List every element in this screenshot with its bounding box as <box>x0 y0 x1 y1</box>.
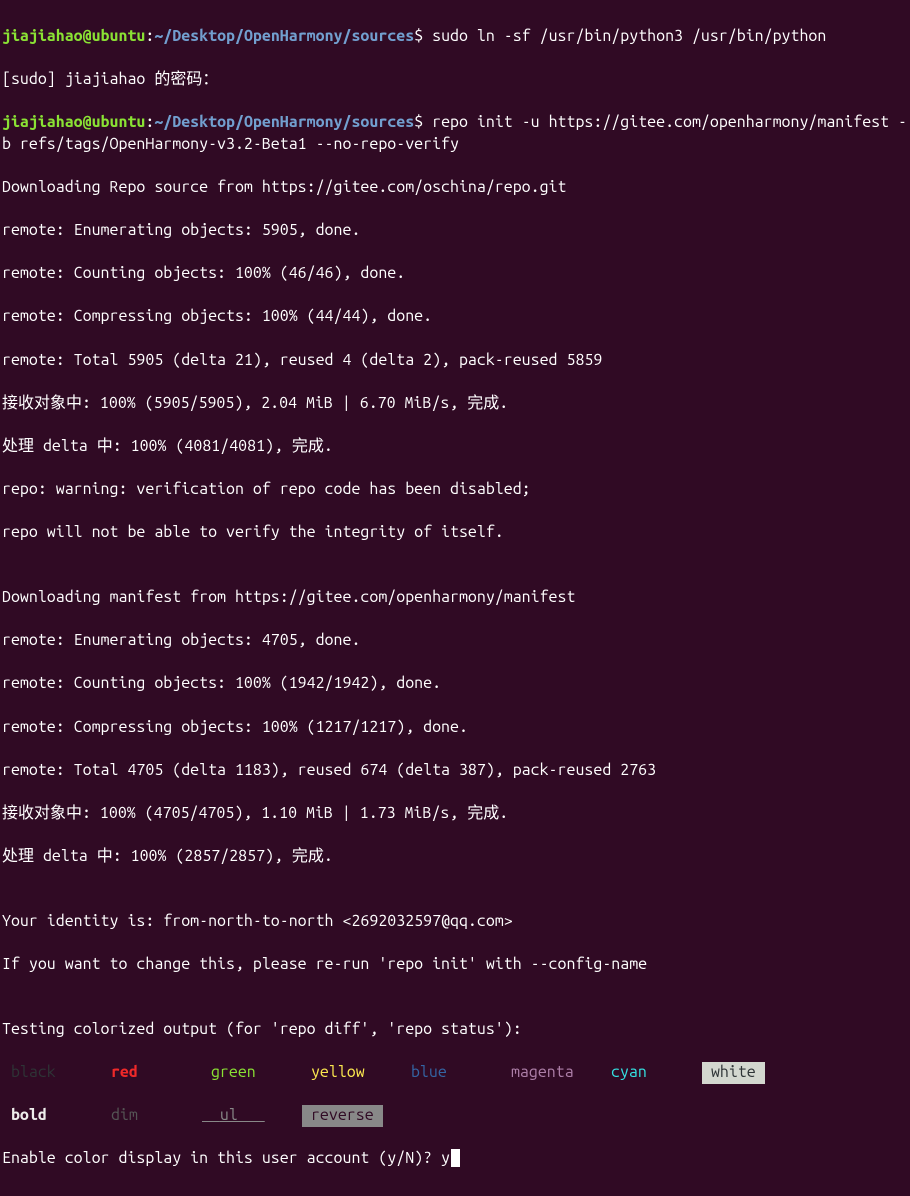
output-line: repo: warning: verification of repo code… <box>2 479 908 501</box>
colon: : <box>145 113 154 131</box>
output-line: repo will not be able to verify the inte… <box>2 522 908 544</box>
color-green: green <box>202 1062 302 1084</box>
style-test-row: bold dim ul reverse <box>2 1105 908 1127</box>
output-line: If you want to change this, please re-ru… <box>2 954 908 976</box>
cwd-path: ~/Desktop/OpenHarmony/sources <box>154 113 414 131</box>
sudo-prompt: [sudo] jiajiahao 的密码： <box>2 69 908 91</box>
dollar: $ <box>414 113 432 131</box>
user-host: jiajiahao@ubuntu <box>2 113 145 131</box>
output-line: Testing colorized output (for 'repo diff… <box>2 1019 908 1041</box>
output-line: 接收对象中: 100% (5905/5905), 2.04 MiB | 6.70… <box>2 393 908 415</box>
color-black: black <box>2 1062 102 1084</box>
enable-color-question: Enable color display in this user accoun… <box>2 1149 441 1167</box>
color-white: white <box>702 1062 765 1084</box>
prompt-line-2: jiajiahao@ubuntu:~/Desktop/OpenHarmony/s… <box>2 112 908 155</box>
color-yellow: yellow <box>302 1062 402 1084</box>
cursor-icon <box>451 1149 460 1167</box>
output-line: 处理 delta 中: 100% (4081/4081), 完成. <box>2 436 908 458</box>
color-cyan: cyan <box>602 1062 702 1084</box>
output-line: remote: Enumerating objects: 4705, done. <box>2 630 908 652</box>
output-line: remote: Counting objects: 100% (46/46), … <box>2 263 908 285</box>
command-1: sudo ln -sf /usr/bin/python3 /usr/bin/py… <box>432 27 826 45</box>
output-line: 接收对象中: 100% (4705/4705), 1.10 MiB | 1.73… <box>2 803 908 825</box>
color-test-row: black red green yellow blue magenta cyan… <box>2 1062 908 1084</box>
color-red: red <box>102 1062 202 1084</box>
style-ul: ul <box>202 1105 302 1127</box>
dollar: $ <box>414 27 432 45</box>
output-line: remote: Compressing objects: 100% (44/44… <box>2 306 908 328</box>
final-prompt-line: Enable color display in this user accoun… <box>2 1148 908 1170</box>
output-line: Your identity is: from-north-to-north <2… <box>2 911 908 933</box>
output-line: 处理 delta 中: 100% (2857/2857), 完成. <box>2 846 908 868</box>
cwd-path: ~/Desktop/OpenHarmony/sources <box>154 27 414 45</box>
terminal[interactable]: jiajiahao@ubuntu:~/Desktop/OpenHarmony/s… <box>0 0 910 1196</box>
color-magenta: magenta <box>502 1062 602 1084</box>
color-blue: blue <box>402 1062 502 1084</box>
output-line: remote: Total 4705 (delta 1183), reused … <box>2 760 908 782</box>
style-bold: bold <box>2 1105 102 1127</box>
output-line: remote: Compressing objects: 100% (1217/… <box>2 717 908 739</box>
user-answer[interactable]: y <box>441 1149 450 1167</box>
output-line: Downloading manifest from https://gitee.… <box>2 587 908 609</box>
user-host: jiajiahao@ubuntu <box>2 27 145 45</box>
prompt-line-1: jiajiahao@ubuntu:~/Desktop/OpenHarmony/s… <box>2 26 908 48</box>
output-line: remote: Total 5905 (delta 21), reused 4 … <box>2 350 908 372</box>
colon: : <box>145 27 154 45</box>
output-line: remote: Enumerating objects: 5905, done. <box>2 220 908 242</box>
output-line: Downloading Repo source from https://git… <box>2 177 908 199</box>
output-line: remote: Counting objects: 100% (1942/194… <box>2 673 908 695</box>
style-reverse: reverse <box>302 1105 383 1127</box>
style-dim: dim <box>102 1105 202 1127</box>
